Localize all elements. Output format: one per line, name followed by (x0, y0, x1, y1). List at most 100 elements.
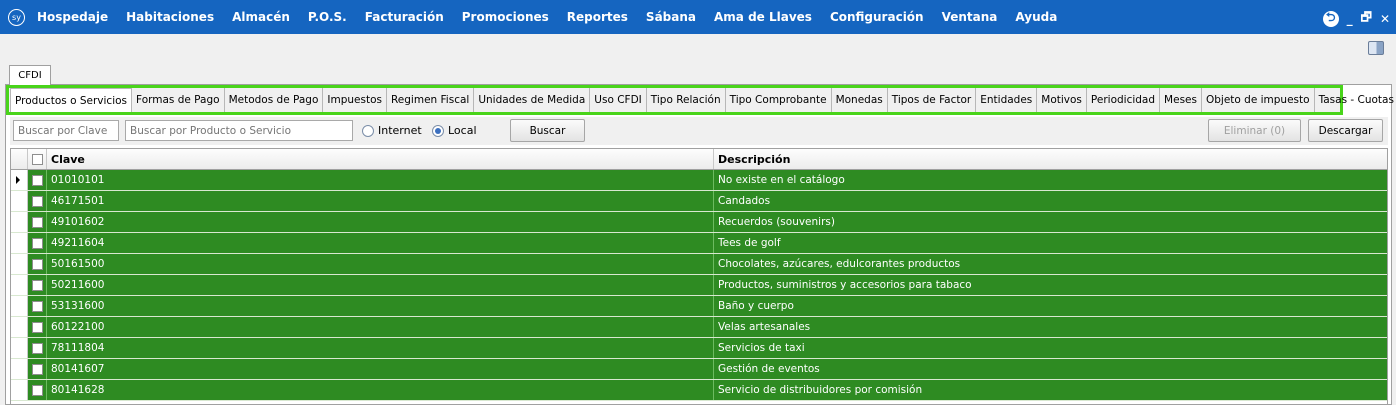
row-checkbox-cell[interactable] (28, 170, 47, 190)
select-all-checkbox[interactable] (31, 153, 43, 165)
tab-impuestos[interactable]: Impuestos (323, 88, 387, 112)
tab-monedas[interactable]: Monedas (832, 88, 888, 112)
cell-descripcion[interactable]: Baño y cuerpo (714, 296, 1387, 316)
restore-icon[interactable]: 🗗 (1361, 8, 1372, 29)
minimize-icon[interactable]: _ (1347, 12, 1353, 26)
cell-descripcion[interactable]: Chocolates, azúcares, edulcorantes produ… (714, 254, 1387, 274)
cell-descripcion[interactable]: Tees de golf (714, 233, 1387, 253)
row-checkbox-cell[interactable] (28, 338, 47, 358)
table-row[interactable]: 50211600 Productos, suministros y accesor… (11, 275, 1387, 296)
tab-motivos[interactable]: Motivos (1037, 88, 1087, 112)
menu-item-sábana[interactable]: Sábana (646, 10, 696, 24)
cell-descripcion[interactable]: Gestión de eventos (714, 359, 1387, 379)
cell-clave[interactable]: 80141628 (47, 380, 714, 400)
panel-toggle-icon[interactable] (1368, 41, 1384, 55)
tab-tipos-de-factor[interactable]: Tipos de Factor (888, 88, 977, 112)
buscar-button[interactable]: Buscar (510, 119, 585, 142)
tab-cfdi[interactable]: CFDI (9, 65, 51, 85)
menu-item-ama-de-llaves[interactable]: Ama de Llaves (714, 10, 812, 24)
menu-item-habitaciones[interactable]: Habitaciones (126, 10, 214, 24)
menu-item-hospedaje[interactable]: Hospedaje (37, 10, 108, 24)
row-checkbox-cell[interactable] (28, 212, 47, 232)
tab-formas-de-pago[interactable]: Formas de Pago (132, 88, 225, 112)
menu-item-p-o-s[interactable]: P.O.S. (308, 10, 347, 24)
row-checkbox-cell[interactable] (28, 233, 47, 253)
row-checkbox-cell[interactable] (28, 380, 47, 400)
menu-item-reportes[interactable]: Reportes (567, 10, 628, 24)
cell-descripcion[interactable]: Servicio de distribuidores por comisión (714, 380, 1387, 400)
row-checkbox-cell[interactable] (28, 254, 47, 274)
row-checkbox[interactable] (31, 195, 43, 207)
cell-descripcion[interactable]: No existe en el catálogo (714, 170, 1387, 190)
table-row[interactable]: 50161500 Chocolates, azúcares, edulcorant… (11, 254, 1387, 275)
column-header-descripcion[interactable]: Descripción (714, 149, 1387, 169)
row-checkbox-cell[interactable] (28, 191, 47, 211)
search-producto-input[interactable] (125, 120, 353, 141)
table-row[interactable]: 80141628 Servicio de distribuidores por c… (11, 380, 1387, 401)
menu-item-facturación[interactable]: Facturación (365, 10, 444, 24)
cell-descripcion[interactable]: Candados (714, 191, 1387, 211)
row-checkbox[interactable] (31, 237, 43, 249)
menu-item-ayuda[interactable]: Ayuda (1015, 10, 1057, 24)
cell-clave[interactable]: 50211600 (47, 275, 714, 295)
cell-clave[interactable]: 80141607 (47, 359, 714, 379)
search-clave-input[interactable] (13, 120, 119, 141)
row-checkbox-cell[interactable] (28, 359, 47, 379)
table-row[interactable]: 60122100 Velas artesanales (11, 317, 1387, 338)
row-checkbox[interactable] (31, 342, 43, 354)
radio-local-circle[interactable] (432, 124, 444, 137)
menu-item-almacén[interactable]: Almacén (232, 10, 290, 24)
tab-uso-cfdi[interactable]: Uso CFDI (590, 88, 647, 112)
descargar-button[interactable]: Descargar (1308, 119, 1383, 142)
row-checkbox[interactable] (31, 216, 43, 228)
table-row[interactable]: 49101602 Recuerdos (souvenirs) (11, 212, 1387, 233)
row-checkbox-cell[interactable] (28, 317, 47, 337)
radio-internet-circle[interactable] (362, 124, 374, 137)
tab-tasas-cuotas[interactable]: Tasas - Cuotas (1315, 88, 1396, 112)
cell-descripcion[interactable]: Servicios de taxi (714, 338, 1387, 358)
tab-tipo-comprobante[interactable]: Tipo Comprobante (726, 88, 832, 112)
cell-clave[interactable]: 78111804 (47, 338, 714, 358)
cell-clave[interactable]: 01010101 (47, 170, 714, 190)
tab-tipo-relacion[interactable]: Tipo Relación (647, 88, 726, 112)
menu-item-configuración[interactable]: Configuración (830, 10, 924, 24)
tab-objeto-de-impuesto[interactable]: Objeto de impuesto (1202, 88, 1315, 112)
cell-clave[interactable]: 49211604 (47, 233, 714, 253)
cell-descripcion[interactable]: Productos, suministros y accesorios para… (714, 275, 1387, 295)
row-checkbox[interactable] (31, 384, 43, 396)
table-row[interactable]: 53131600 Baño y cuerpo (11, 296, 1387, 317)
row-checkbox[interactable] (31, 258, 43, 270)
table-row[interactable]: 01010101 No existe en el catálogo (11, 170, 1387, 191)
cell-descripcion[interactable]: Recuerdos (souvenirs) (714, 212, 1387, 232)
row-checkbox[interactable] (31, 363, 43, 375)
cell-descripcion[interactable]: Velas artesanales (714, 317, 1387, 337)
menu-item-promociones[interactable]: Promociones (462, 10, 549, 24)
radio-local[interactable]: Local (432, 124, 477, 137)
menu-item-ventana[interactable]: Ventana (942, 10, 998, 24)
tab-meses[interactable]: Meses (1160, 88, 1202, 112)
table-row[interactable]: 49211604 Tees de golf (11, 233, 1387, 254)
tab-entidades[interactable]: Entidades (976, 88, 1038, 112)
row-checkbox[interactable] (31, 174, 43, 186)
tab-metodos-de-pago[interactable]: Metodos de Pago (225, 88, 324, 112)
cell-clave[interactable]: 46171501 (47, 191, 714, 211)
table-row[interactable]: 46171501 Candados (11, 191, 1387, 212)
row-checkbox[interactable] (31, 321, 43, 333)
back-arrow-icon[interactable]: ⮌ (1322, 10, 1339, 27)
select-all-checkbox-cell[interactable] (28, 149, 47, 169)
row-checkbox[interactable] (31, 300, 43, 312)
tab-periodicidad[interactable]: Periodicidad (1087, 88, 1161, 112)
table-row[interactable]: 80141607 Gestión de eventos (11, 359, 1387, 380)
tab-unidades-de-medida[interactable]: Unidades de Medida (474, 88, 591, 112)
cell-clave[interactable]: 49101602 (47, 212, 714, 232)
cell-clave[interactable]: 60122100 (47, 317, 714, 337)
cell-clave[interactable]: 53131600 (47, 296, 714, 316)
close-icon[interactable]: ✕ (1380, 12, 1390, 26)
cell-clave[interactable]: 50161500 (47, 254, 714, 274)
table-row[interactable]: 78111804 Servicios de taxi (11, 338, 1387, 359)
tab-regimen-fiscal[interactable]: Regimen Fiscal (387, 88, 475, 112)
row-checkbox-cell[interactable] (28, 275, 47, 295)
eliminar-button[interactable]: Eliminar (0) (1208, 119, 1301, 142)
tab-productos-o-servicios[interactable]: Productos o Servicios (10, 88, 133, 112)
radio-internet[interactable]: Internet (362, 124, 422, 137)
